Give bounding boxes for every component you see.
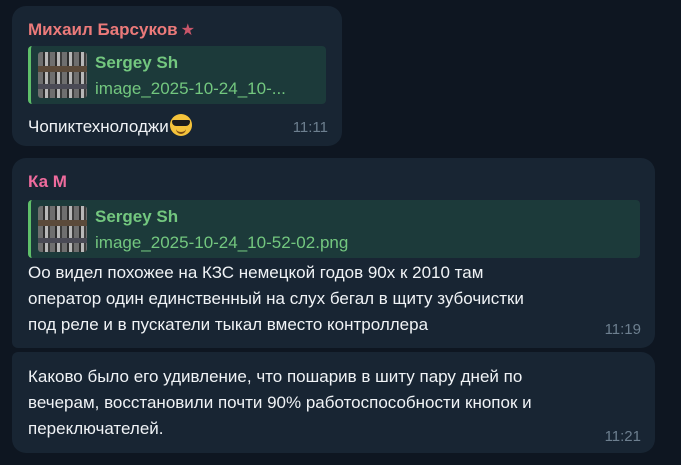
message-time: 11:19 xyxy=(604,321,641,338)
message-line: вечерам, восстановили почти 90% работосп… xyxy=(28,393,532,412)
reply-preview[interactable]: Sergey Sh image_2025-10-24_10-... xyxy=(28,46,326,104)
reply-filename: image_2025-10-24_10-... xyxy=(95,79,286,98)
reply-filename: image_2025-10-24_10-52-02.png xyxy=(95,233,349,252)
sender-name[interactable]: Ка М xyxy=(28,172,67,192)
reply-preview[interactable]: Sergey Sh image_2025-10-24_10-52-02.png xyxy=(28,200,640,258)
message-time: 11:21 xyxy=(604,428,641,445)
image-thumbnail xyxy=(38,206,87,252)
reply-author: Sergey Sh xyxy=(95,207,179,226)
image-thumbnail xyxy=(38,52,87,98)
message-line: Каково было его удивление, что пошарив в… xyxy=(28,367,523,386)
sunglasses-emoji-icon xyxy=(169,114,192,136)
message-line: под реле и в пускатели тыкал вместо конт… xyxy=(28,315,429,334)
message-bubble[interactable]: Ка М Sergey Sh image_2025-10-24_10-52-02… xyxy=(12,158,655,348)
message-line: Оо видел похожее на КЗС немецкой годов 9… xyxy=(28,263,484,282)
message-text: Каково было его удивление, что пошарив в… xyxy=(28,364,643,442)
message-time: 11:11 xyxy=(292,119,328,136)
reply-author: Sergey Sh xyxy=(95,53,179,72)
message-line: переключателей. xyxy=(28,419,164,438)
message-bubble[interactable]: Михаил Барсуков ★ Sergey Sh image_2025-10… xyxy=(12,6,342,146)
sender-name-text[interactable]: Михаил Барсуков xyxy=(28,20,178,39)
message-text: Оо видел похожее на КЗС немецкой годов 9… xyxy=(28,260,643,338)
message-text: Чопиктехнолоджи xyxy=(28,114,192,140)
message-line: оператор один единственный на слух бегал… xyxy=(28,289,524,308)
message-bubble[interactable]: Каково было его удивление, что пошарив в… xyxy=(12,352,655,453)
sender-name[interactable]: Михаил Барсуков ★ xyxy=(28,20,195,40)
star-icon: ★ xyxy=(180,22,195,39)
message-text-content: Чопиктехнолоджи xyxy=(28,117,169,136)
